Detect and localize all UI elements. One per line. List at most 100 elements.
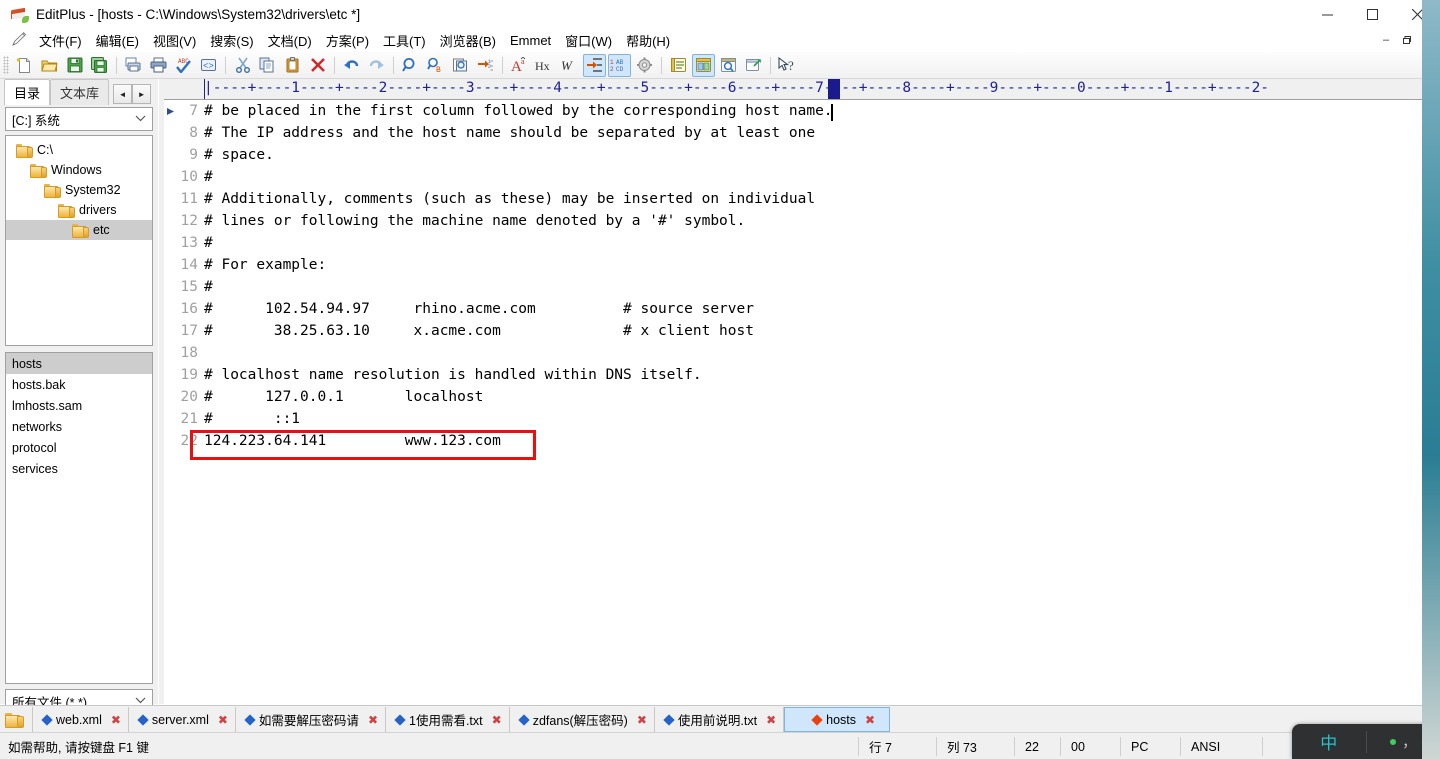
desktop-background-strip (1422, 0, 1440, 759)
code-line: # For example: (204, 257, 327, 273)
copy-icon[interactable] (256, 54, 279, 77)
tree-node-etc[interactable]: etc (6, 220, 152, 240)
tab-close-icon[interactable]: ✖ (766, 714, 776, 726)
code-line: 124.223.64.141 www.123.com (204, 433, 501, 449)
file-list-item[interactable]: services (6, 458, 152, 479)
split-window-icon[interactable] (692, 53, 715, 77)
document-tab[interactable]: 如需要解压密码请 ✖ (236, 707, 386, 732)
tab-close-icon[interactable]: ✖ (637, 714, 647, 726)
tab-close-icon[interactable]: ✖ (368, 714, 378, 726)
redo-icon[interactable] (365, 54, 388, 77)
tree-node-drivers[interactable]: drivers (6, 200, 152, 220)
toolbar-separator (770, 56, 771, 74)
file-list[interactable]: hosts hosts.bak lmhosts.sam networks protoco… (5, 352, 153, 684)
code-line: # localhost name resolution is handled w… (204, 367, 702, 383)
file-list-item[interactable]: lmhosts.sam (6, 395, 152, 416)
document-tab[interactable]: hosts ✖ (784, 707, 891, 732)
svg-text:B: B (436, 66, 441, 73)
menu-tools[interactable]: 工具(T) (376, 29, 433, 52)
sidebar-nav-prev-icon[interactable]: ◄ (113, 84, 133, 104)
code-content[interactable]: # be placed in the first column followed… (204, 100, 1440, 704)
menu-document[interactable]: 文档(D) (261, 29, 319, 52)
toolbar-grip[interactable] (3, 56, 9, 74)
save-icon[interactable] (63, 54, 86, 77)
maximize-button[interactable] (1350, 0, 1395, 28)
svg-text:2: 2 (610, 66, 614, 73)
word-wrap-icon[interactable]: W (558, 54, 581, 77)
editplus-window: EditPlus - [hosts - C:\Windows\System32\… (0, 0, 1440, 759)
file-list-item[interactable]: protocol (6, 437, 152, 458)
document-tab[interactable]: 使用前说明.txt ✖ (655, 707, 785, 732)
help-pointer-icon[interactable]: ? (776, 54, 799, 77)
document-tab[interactable]: 1使用需看.txt ✖ (386, 707, 510, 732)
find-icon[interactable] (399, 54, 422, 77)
ime-toolbar[interactable]: 中 ， (1292, 724, 1440, 759)
tree-node-label: etc (93, 223, 110, 237)
ime-mode-button[interactable]: 中 (1292, 724, 1366, 759)
document-tab[interactable]: zdfans(解压密码) ✖ (510, 707, 655, 732)
file-list-item[interactable]: hosts (6, 353, 152, 374)
view-source-icon[interactable]: <> (197, 54, 220, 77)
file-list-item[interactable]: hosts.bak (6, 374, 152, 395)
menu-window[interactable]: 窗口(W) (558, 29, 619, 52)
svg-text:?: ? (788, 58, 794, 73)
tab-close-icon[interactable]: ✖ (865, 714, 875, 726)
print-icon[interactable] (147, 54, 170, 77)
tab-close-icon[interactable]: ✖ (111, 714, 121, 726)
indent-icon[interactable] (583, 53, 606, 77)
sidebar-nav-next-icon[interactable]: ► (132, 84, 152, 104)
goto-line-icon[interactable]: 12 (474, 54, 497, 77)
code-line: # ::1 (204, 411, 301, 427)
menu-edit[interactable]: 编辑(E) (89, 29, 146, 52)
menu-browser[interactable]: 浏览器(B) (433, 29, 503, 52)
directory-tree[interactable]: C:\ Windows System32 drivers etc (5, 135, 153, 346)
print-preview-icon[interactable] (122, 54, 145, 77)
tree-node-system32[interactable]: System32 (6, 180, 152, 200)
ime-status-dot-icon (1390, 738, 1397, 745)
tree-node-windows[interactable]: Windows (6, 160, 152, 180)
replace-icon[interactable]: B (424, 54, 447, 77)
spellcheck-icon[interactable]: ABC (172, 54, 195, 77)
menu-view[interactable]: 视图(V) (146, 29, 203, 52)
text-caret (831, 104, 833, 121)
find-in-files-icon[interactable] (449, 54, 472, 77)
text-editor[interactable]: 7 8 9 10 11 12 13 14 15 16 17 18 19 20 21 22 # be place… (164, 100, 1440, 704)
sort-icon[interactable]: 1 2 AB CD (608, 53, 631, 77)
sidebar-tab-directory[interactable]: 目录 (4, 79, 51, 105)
undo-icon[interactable] (340, 54, 363, 77)
save-all-icon[interactable] (88, 54, 111, 77)
mdi-minimize-button[interactable]: – (1376, 31, 1396, 49)
open-folder-icon[interactable] (38, 54, 61, 77)
tab-close-icon[interactable]: ✖ (492, 714, 502, 726)
paste-icon[interactable] (281, 54, 304, 77)
document-tab[interactable]: web.xml ✖ (33, 707, 129, 732)
menu-help[interactable]: 帮助(H) (619, 29, 677, 52)
hex-icon[interactable]: Hx (533, 54, 556, 77)
menu-emmet[interactable]: Emmet (503, 31, 558, 50)
status-message: 如需帮助, 请按键盘 F1 键 (8, 741, 149, 755)
menu-file[interactable]: 文件(F) (32, 29, 89, 52)
document-tab[interactable]: server.xml ✖ (129, 707, 236, 732)
new-file-icon[interactable] (13, 54, 36, 77)
font-icon[interactable]: Aa (508, 54, 531, 77)
delete-icon[interactable] (306, 54, 329, 77)
menu-search[interactable]: 搜索(S) (203, 29, 260, 52)
file-list-item[interactable]: networks (6, 416, 152, 437)
tab-marker-icon (137, 713, 149, 726)
document-tabs: web.xml ✖ server.xml ✖ 如需要解压密码请 ✖ 1使用需看.txt ✖ zd… (33, 707, 891, 732)
external-browser-icon[interactable] (742, 54, 765, 77)
mdi-restore-button[interactable] (1396, 31, 1416, 49)
cut-icon[interactable] (231, 54, 254, 77)
minimize-button[interactable] (1305, 0, 1350, 28)
sidebar-tab-cliptext[interactable]: 文本库 (50, 79, 110, 105)
tree-node-c[interactable]: C:\ (6, 140, 152, 160)
drive-select[interactable]: [C:] 系统 (5, 107, 153, 131)
status-column: 列 73 (936, 737, 1025, 756)
folder-icon[interactable] (0, 706, 33, 733)
document-tab-label: web.xml (56, 712, 102, 727)
settings-gear-icon[interactable] (633, 54, 656, 77)
tab-close-icon[interactable]: ✖ (218, 714, 228, 726)
document-list-icon[interactable] (667, 54, 690, 77)
menu-project[interactable]: 方案(P) (319, 29, 376, 52)
preview-browser-icon[interactable] (717, 54, 740, 77)
